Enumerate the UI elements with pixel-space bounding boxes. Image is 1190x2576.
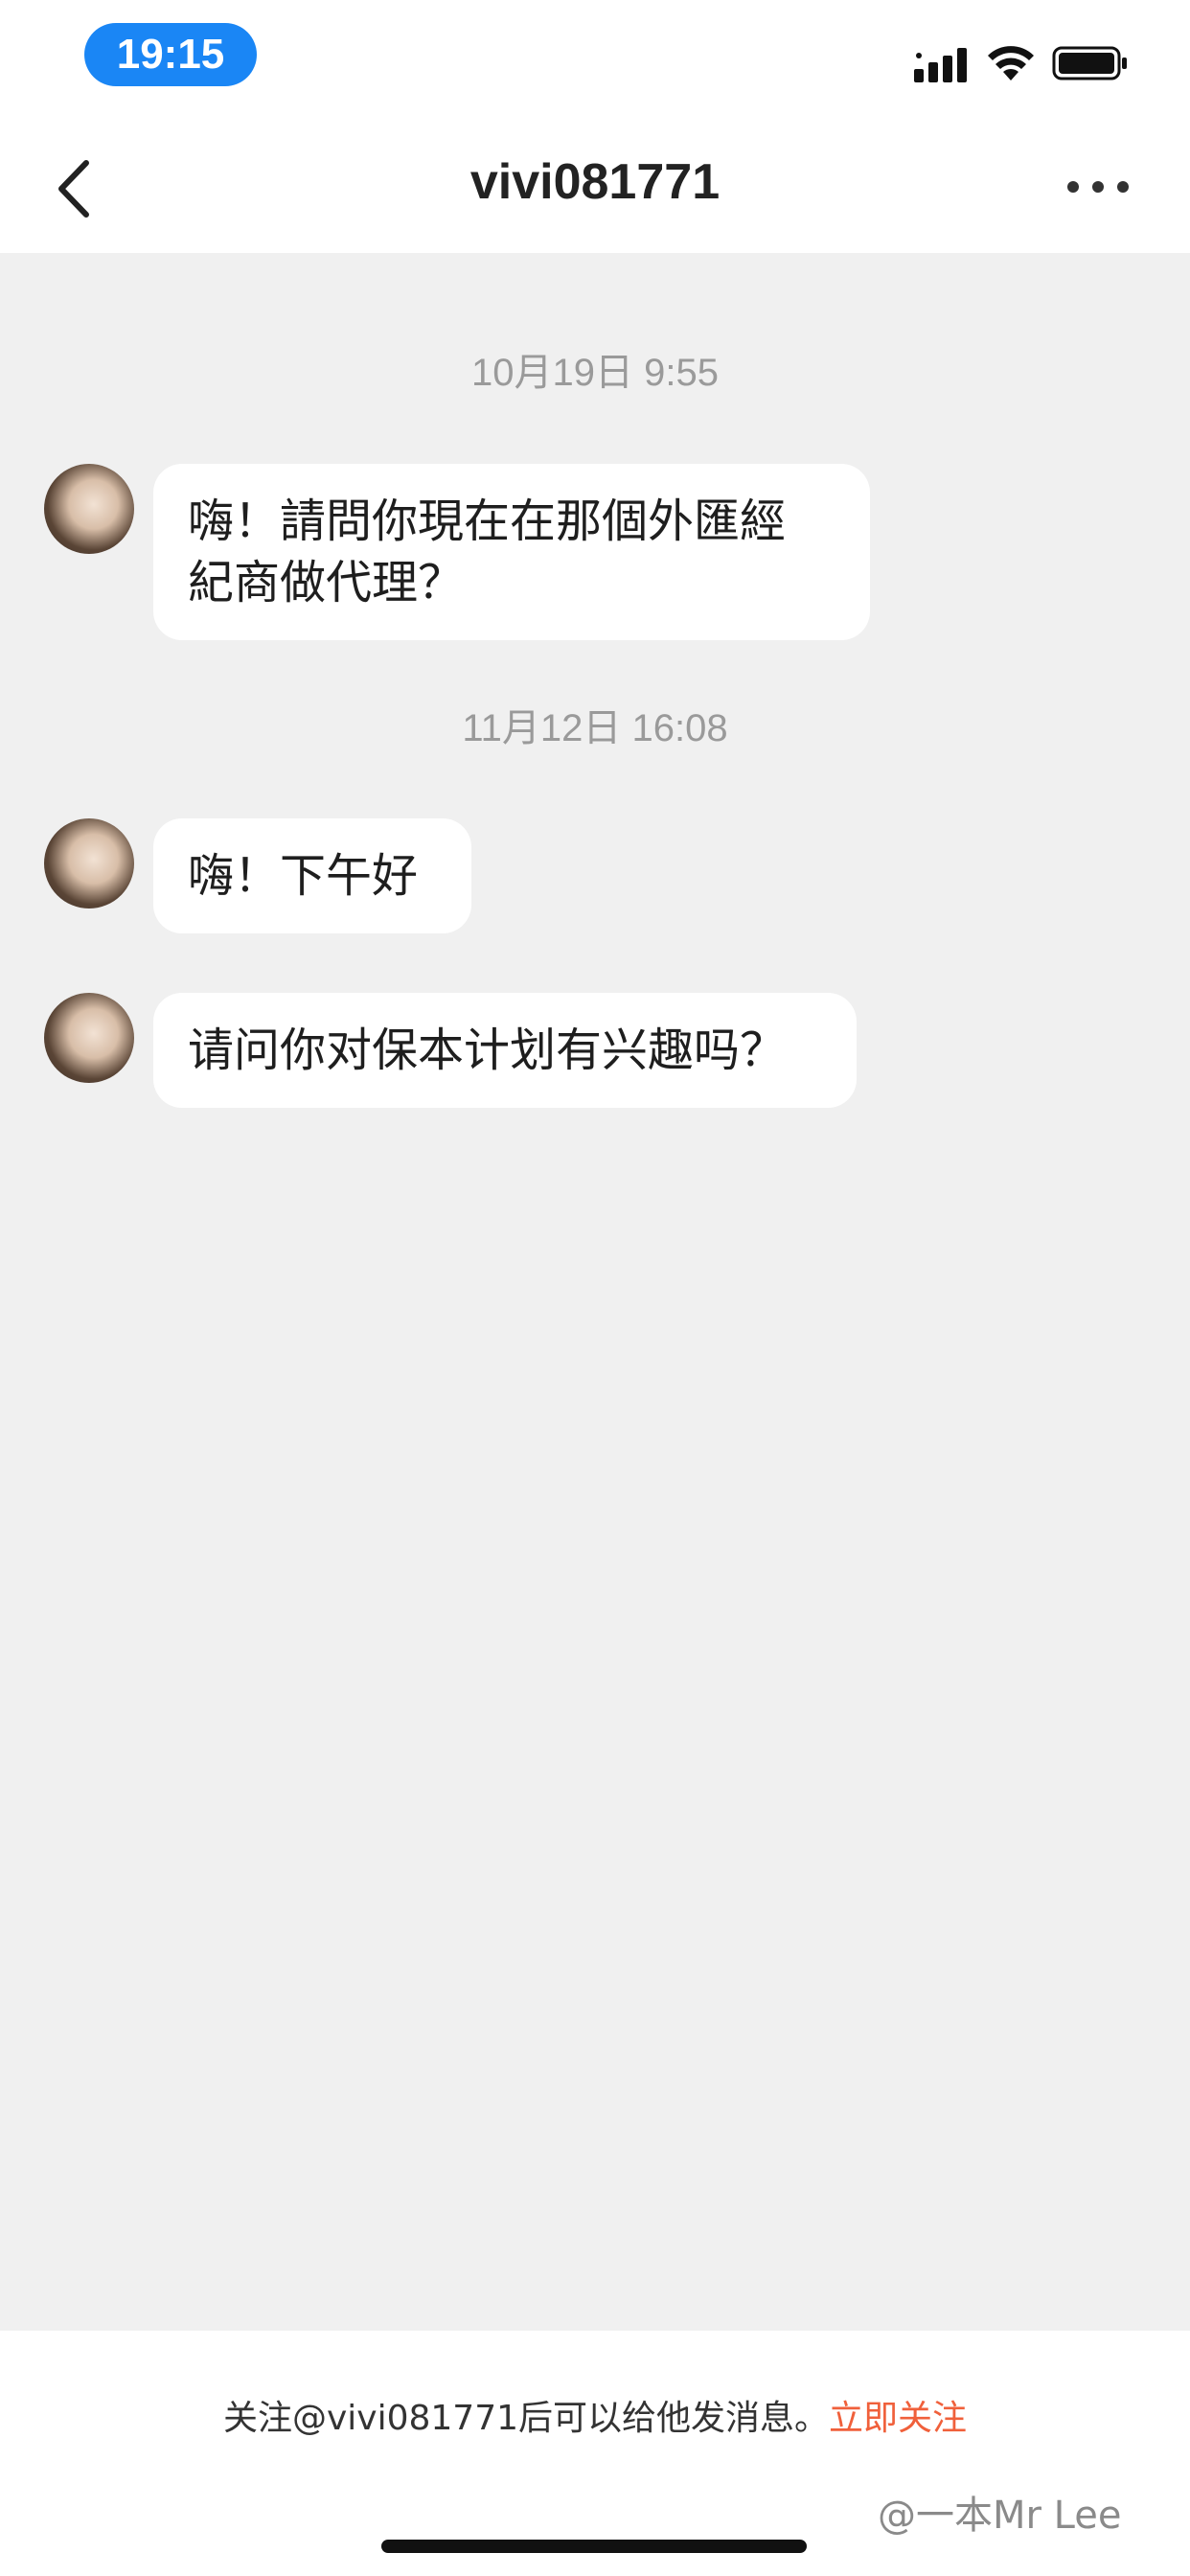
message-bubble[interactable]: 嗨！下午好 bbox=[153, 818, 471, 933]
status-bar: 19:15 bbox=[0, 0, 1190, 125]
chat-screen: 19:15 vivi081771 10月19日 9:55 嗨！請問你現在在那個外… bbox=[0, 0, 1190, 2576]
follow-notice: 关注@vivi081771后可以给他发消息。立即关注 bbox=[0, 2390, 1190, 2440]
wifi-icon bbox=[988, 46, 1034, 80]
message-text-line: 请问你对保本计划有兴趣吗？ bbox=[188, 1024, 787, 1077]
follow-now-link[interactable]: 立即关注 bbox=[829, 2399, 967, 2438]
sender-avatar[interactable] bbox=[44, 818, 134, 908]
message-timestamp: 10月19日 9:55 bbox=[471, 352, 719, 394]
battery-icon bbox=[1052, 46, 1127, 80]
conversation-title: vivi081771 bbox=[469, 154, 721, 210]
message-text-line: 嗨！請問你現在在那個外匯經 bbox=[188, 494, 787, 548]
message-text-line: 紀商做代理？ bbox=[188, 556, 465, 610]
message-text-line: 嗨！下午好 bbox=[188, 849, 419, 903]
sender-avatar[interactable] bbox=[44, 993, 134, 1083]
follow-notice-text: 关注@vivi081771后可以给他发消息。 bbox=[222, 2399, 830, 2438]
status-time: 19:15 bbox=[84, 23, 257, 86]
message-bubble[interactable]: 请问你对保本计划有兴趣吗？ bbox=[153, 993, 857, 1108]
watermark-text: @一本Mr Lee bbox=[878, 2494, 1122, 2538]
message-list[interactable]: 10月19日 9:55 嗨！請問你現在在那個外匯經 紀商做代理？ 11月12日 … bbox=[0, 253, 1190, 2331]
message-timestamp: 11月12日 16:08 bbox=[462, 707, 728, 749]
bottom-bar: 关注@vivi081771后可以给他发消息。立即关注 @一本Mr Lee bbox=[0, 2331, 1190, 2576]
cellular-signal-icon bbox=[914, 48, 967, 82]
more-options-button[interactable] bbox=[1064, 172, 1133, 201]
sender-avatar[interactable] bbox=[44, 464, 134, 554]
home-indicator[interactable] bbox=[381, 2540, 807, 2553]
message-bubble[interactable]: 嗨！請問你現在在那個外匯經 紀商做代理？ bbox=[153, 464, 870, 640]
nav-bar: vivi081771 bbox=[0, 125, 1190, 253]
